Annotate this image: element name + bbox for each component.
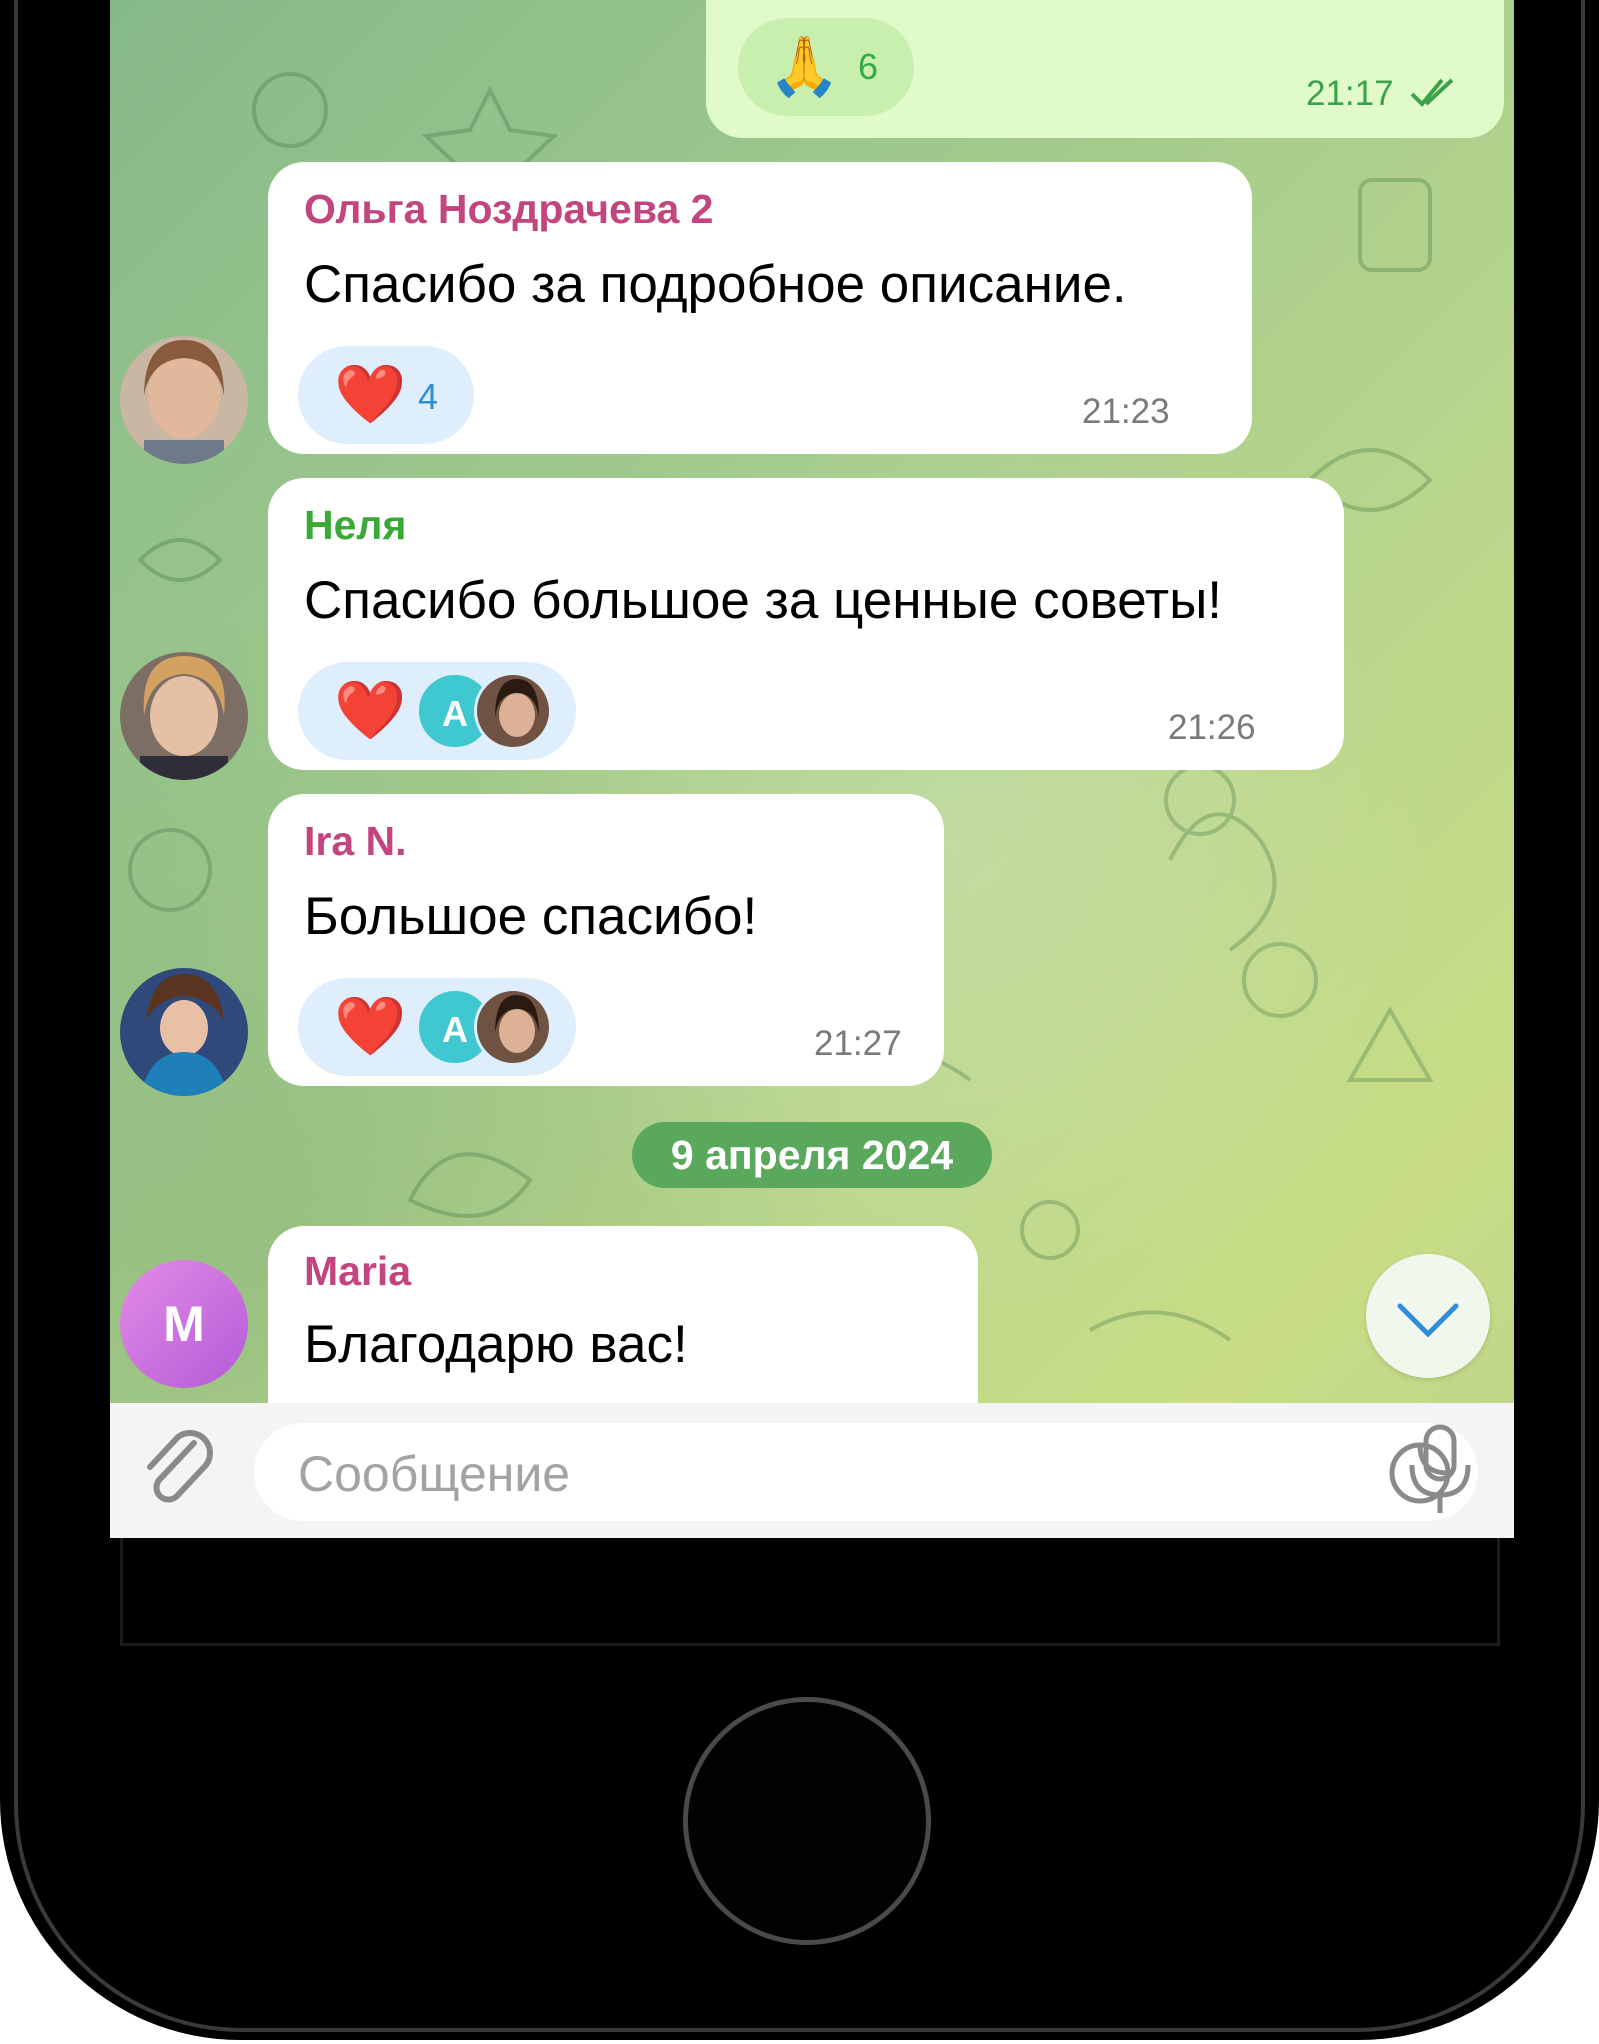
avatar-photo (120, 652, 248, 780)
reaction-pill[interactable]: ❤️ 4 (298, 346, 474, 444)
heart-icon: ❤️ (334, 994, 407, 1059)
double-check-icon (1410, 78, 1454, 107)
avatar-olga[interactable] (120, 336, 248, 464)
avatar-initial: M (163, 1296, 205, 1352)
screen-bezel-bottom (120, 1538, 1500, 1646)
message-text: Благодарю вас! (304, 1315, 688, 1374)
input-placeholder: Сообщение (298, 1446, 571, 1502)
reaction-pill[interactable]: ❤️ A (298, 978, 576, 1076)
chat-screen[interactable]: 🙏 6 21:17 Ольга Ноздрачева 2 Спасибо за … (110, 0, 1514, 1538)
message-text: Спасибо за подробное описание. (304, 255, 1127, 314)
date-separator: 9 апреля 2024 (632, 1122, 992, 1188)
message-text: Спасибо большое за ценные советы! (304, 571, 1223, 630)
avatar-photo (120, 968, 248, 1096)
avatar-photo (120, 336, 248, 464)
avatar-maria[interactable]: M (120, 1260, 248, 1388)
paperclip-icon[interactable] (136, 1425, 226, 1515)
message-input[interactable]: Сообщение (254, 1423, 1478, 1521)
microphone-icon[interactable] (1400, 1421, 1480, 1521)
sender-name[interactable]: Ira N. (304, 818, 407, 865)
sender-name[interactable]: Maria (304, 1248, 411, 1295)
message-bubble-nelya[interactable]: Неля Спасибо большое за ценные советы! ❤… (268, 478, 1344, 770)
outgoing-message-bubble[interactable]: 🙏 6 21:17 (706, 0, 1504, 138)
heart-icon: ❤️ (334, 362, 407, 427)
reaction-pill[interactable]: 🙏 6 (738, 18, 914, 116)
chevron-down-icon (1397, 1303, 1459, 1338)
sender-name[interactable]: Неля (304, 502, 406, 549)
avatar-ira[interactable] (120, 968, 248, 1096)
message-time: 21:17 (1306, 74, 1394, 113)
reactor-avatar-photo (474, 988, 552, 1066)
heart-icon: ❤️ (334, 678, 407, 743)
message-bubble-olga[interactable]: Ольга Ноздрачева 2 Спасибо за подробное … (268, 162, 1252, 454)
message-time: 21:23 (1082, 392, 1170, 431)
message-time: 21:27 (814, 1024, 902, 1063)
reactor-avatar-photo (474, 672, 552, 750)
avatar-nelya[interactable] (120, 652, 248, 780)
home-button[interactable] (683, 1697, 931, 1945)
message-bubble-ira[interactable]: Ira N. Большое спасибо! ❤️ A 21:27 (268, 794, 944, 1086)
reaction-count: 6 (858, 46, 879, 87)
reaction-pill[interactable]: ❤️ A (298, 662, 576, 760)
reaction-count: 4 (418, 376, 439, 417)
message-time: 21:26 (1168, 708, 1256, 747)
message-text: Большое спасибо! (304, 887, 758, 946)
message-input-bar: Сообщение (110, 1403, 1514, 1538)
reaction-emoji: 🙏 (768, 34, 841, 99)
scroll-down-button[interactable] (1366, 1254, 1490, 1378)
sender-name[interactable]: Ольга Ноздрачева 2 (304, 186, 713, 233)
